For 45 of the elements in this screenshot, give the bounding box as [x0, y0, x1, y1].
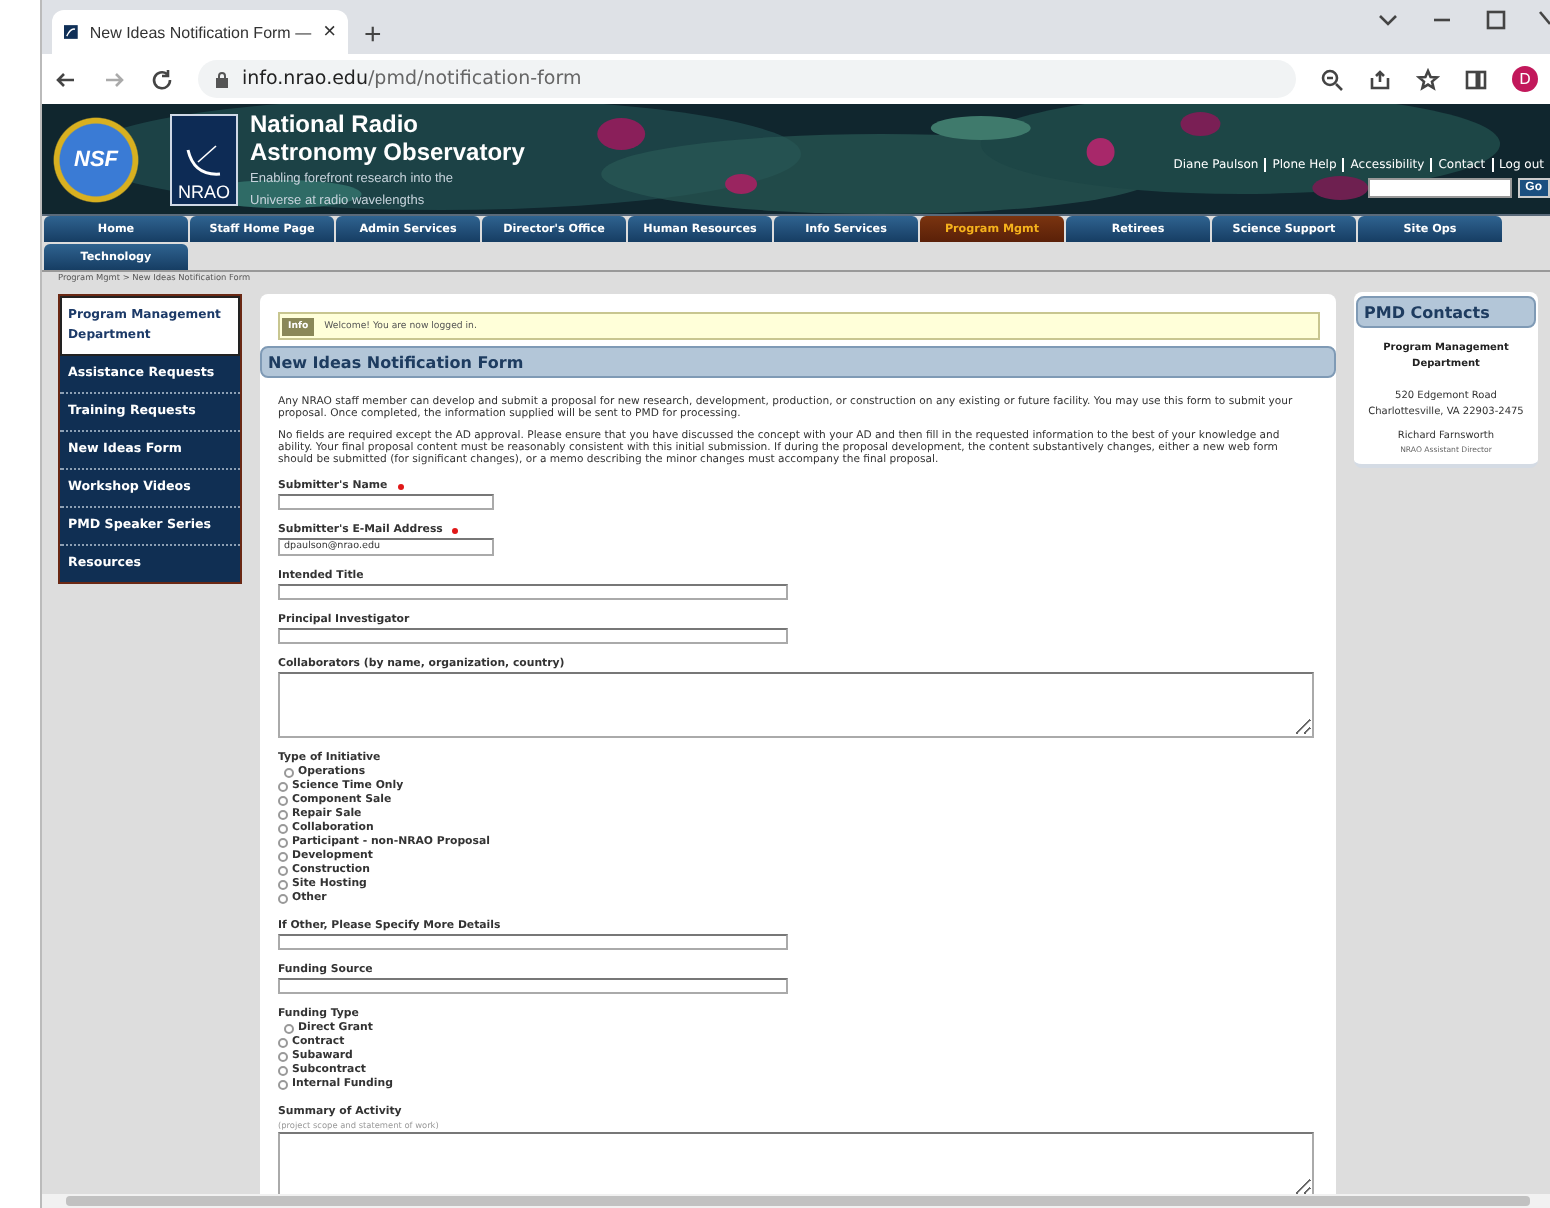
radio-button[interactable] — [284, 1024, 294, 1035]
site-title[interactable]: Astronomy Observatory — [250, 138, 525, 166]
radio-button[interactable] — [278, 1080, 288, 1091]
radio-button[interactable] — [278, 824, 288, 835]
forward-icon[interactable] — [102, 67, 126, 91]
search-field[interactable] — [1367, 178, 1512, 198]
input-field[interactable] — [278, 494, 494, 511]
radio-button[interactable] — [278, 782, 288, 793]
star-icon[interactable] — [1416, 67, 1440, 91]
tab-favicon — [64, 22, 78, 42]
input-field[interactable] — [278, 978, 788, 995]
radio-button[interactable] — [278, 796, 288, 807]
tab-close-button[interactable]: × — [323, 21, 336, 43]
tab-title: New Ideas Notification Form — — [89, 23, 312, 41]
zoom-out-icon[interactable] — [1320, 67, 1344, 91]
reload-icon[interactable] — [150, 67, 174, 91]
address-field[interactable]: info.nrao.edu/pmd/notification-form — [198, 60, 1296, 98]
radio-button[interactable] — [278, 1066, 288, 1077]
lock-icon — [214, 69, 230, 89]
back-icon[interactable] — [54, 67, 78, 91]
radio-button[interactable] — [278, 838, 288, 849]
radio-button[interactable] — [278, 852, 288, 863]
input-field[interactable] — [278, 934, 788, 951]
input-field[interactable] — [278, 584, 788, 601]
text-area[interactable] — [278, 1132, 1314, 1194]
radio-button[interactable] — [278, 880, 288, 891]
radio-button[interactable] — [278, 1052, 288, 1063]
new-tab-button[interactable]: + — [364, 20, 382, 50]
text-area[interactable] — [278, 672, 1314, 739]
form-heading: New Ideas Notification Form — [260, 346, 1336, 378]
side-panel-icon[interactable] — [1464, 67, 1488, 91]
url-text: info.nrao.edu/pmd/notification-form — [242, 68, 582, 90]
site-title[interactable]: National Radio — [250, 110, 525, 138]
input-field[interactable] — [278, 628, 788, 645]
browser-tab[interactable]: New Ideas Notification Form — × — [52, 10, 348, 54]
nrao-logo[interactable]: NRAO — [170, 113, 238, 205]
radio-button[interactable] — [278, 894, 288, 905]
share-icon[interactable] — [1368, 67, 1392, 91]
radio-button[interactable] — [284, 768, 294, 779]
radio-button[interactable] — [278, 810, 288, 821]
radio-button[interactable] — [278, 866, 288, 877]
contacts-heading: PMD Contacts — [1356, 296, 1536, 328]
radio-button[interactable] — [278, 1038, 288, 1049]
maximize-icon[interactable] — [1484, 8, 1508, 32]
logo-text: NRAO — [177, 181, 230, 201]
